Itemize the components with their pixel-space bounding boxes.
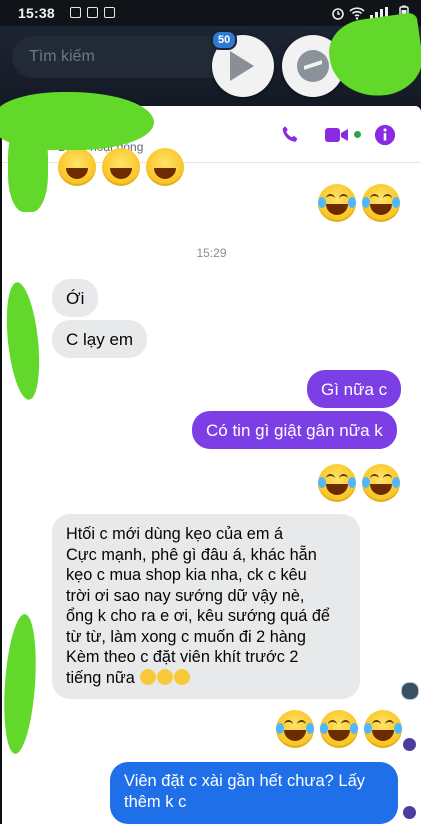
- grin-emoji-icon: [157, 668, 174, 685]
- alarm-icon: [332, 7, 344, 20]
- notification-icons: [70, 7, 115, 18]
- chat-panel: Đang hoạt động 15:29 Ới C lạy em Gì nữa …: [2, 106, 421, 824]
- image-icon: [70, 7, 81, 18]
- message-line: thêm k c: [124, 793, 187, 811]
- laughing-emoji-icon: [146, 148, 184, 186]
- reaction-row-1: [318, 184, 400, 222]
- incoming-message[interactable]: Ới: [52, 279, 99, 317]
- message-line-last: tiếng nữa: [66, 668, 346, 689]
- laughing-tears-emoji-icon: [320, 710, 358, 748]
- notification-badge: 50: [211, 30, 238, 50]
- laughing-emoji-icon: [58, 148, 96, 186]
- message-line-text: tiếng nữa: [66, 668, 135, 687]
- laughing-tears-emoji-icon: [318, 464, 356, 502]
- reaction-row-3: [276, 710, 402, 748]
- laughing-tears-emoji-icon: [276, 710, 314, 748]
- message-line: ổng k cho ra e ơi, kêu sướng quá để: [66, 607, 330, 625]
- laughing-tears-emoji-icon: [318, 184, 356, 222]
- reaction-row-top: [58, 148, 184, 186]
- message-line: Cực mạnh, phê gì đâu á, khác hẵn: [66, 545, 317, 564]
- laughing-tears-emoji-icon: [362, 184, 400, 222]
- wifi-icon: [349, 6, 365, 20]
- grin-emoji-icon: [174, 668, 191, 685]
- phone-icon[interactable]: [279, 124, 301, 146]
- laughing-emoji-icon: [102, 148, 140, 186]
- message-line: Kèm theo c đặt viên khít trước 2: [66, 648, 299, 666]
- message-line: từ từ, làm xong c muốn đi 2 hàng: [66, 627, 306, 646]
- seen-avatar: [401, 682, 419, 700]
- online-dot: [354, 131, 361, 138]
- info-icon[interactable]: [374, 124, 396, 146]
- message-timestamp: 15:29: [196, 246, 227, 260]
- status-time: 15:38: [18, 5, 55, 21]
- outgoing-message[interactable]: Gì nữa c: [307, 370, 402, 408]
- reaction-row-2: [318, 464, 400, 502]
- delivered-check-icon: [403, 806, 416, 819]
- app-icon: [104, 7, 115, 18]
- incoming-long-message[interactable]: Htối c mới dùng kẹo của em á Cực mạnh, p…: [52, 514, 360, 699]
- delivered-check-icon: [403, 738, 416, 751]
- message-line: trời ơi sao nay sướng dữ vậy nè,: [66, 586, 305, 605]
- video-call-icon[interactable]: [324, 124, 350, 146]
- message-line: Htối c mới dùng kẹo của em á: [66, 525, 284, 543]
- message-line: Viên đặt c xài gần hết chưa? Lấy: [124, 772, 365, 790]
- incoming-message[interactable]: C lạy em: [52, 320, 148, 358]
- search-placeholder: Tìm kiếm: [29, 48, 95, 65]
- redaction-mark: [8, 120, 48, 212]
- message-line: kẹo c mua shop kia nha, ck c kêu: [66, 566, 307, 584]
- grin-emoji-icon: [140, 668, 157, 685]
- outgoing-message[interactable]: Có tin gì giật gân nữa k: [192, 411, 397, 449]
- outgoing-long-message[interactable]: Viên đặt c xài gần hết chưa? Lấy thêm k …: [110, 762, 398, 824]
- gmail-icon: [87, 7, 98, 18]
- laughing-tears-emoji-icon: [362, 464, 400, 502]
- messenger-icon: [297, 50, 329, 82]
- play-icon: [230, 51, 254, 81]
- laughing-tears-emoji-icon: [364, 710, 402, 748]
